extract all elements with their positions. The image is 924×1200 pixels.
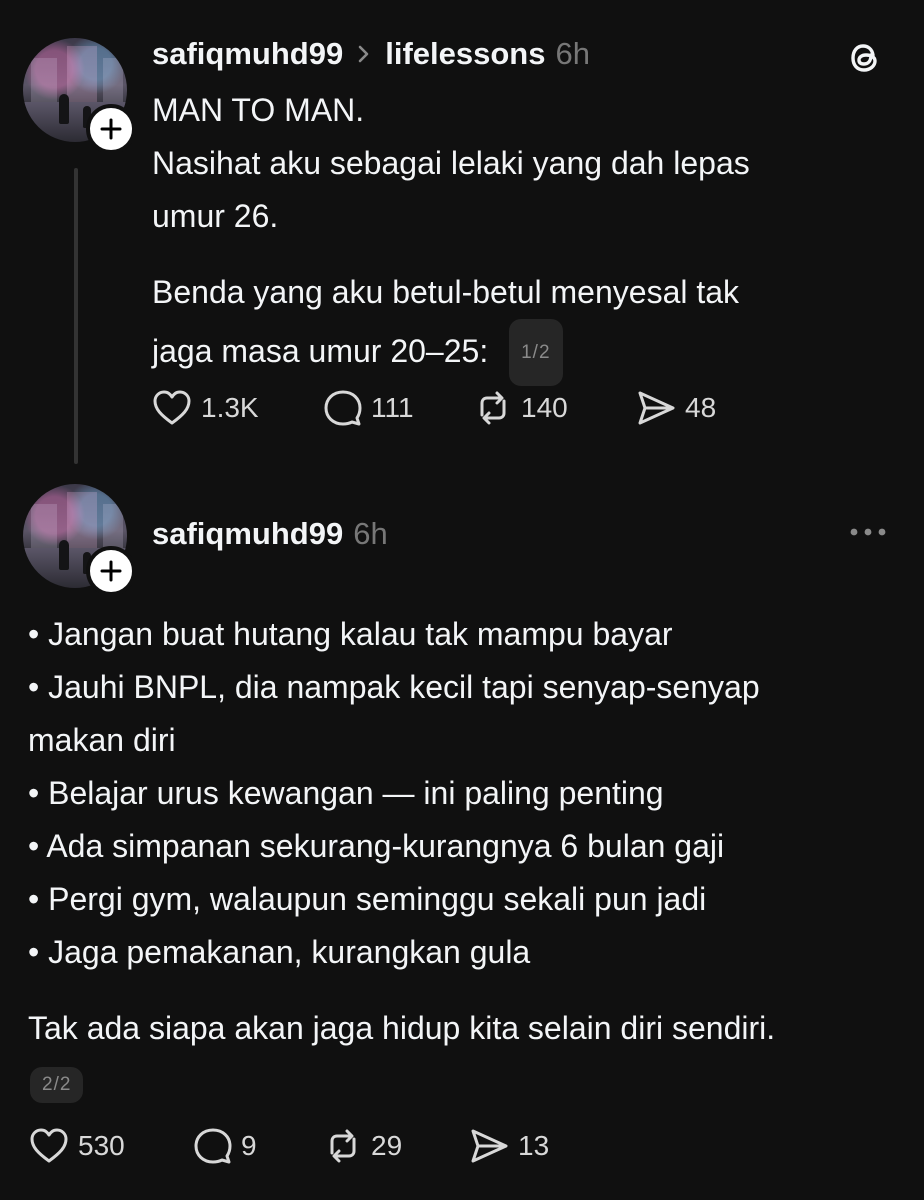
reply-count: 9 [241,1130,257,1161]
heart-icon [153,390,191,425]
threads-logo-icon[interactable] [846,38,884,78]
reply-button[interactable]: 9 [193,1126,323,1166]
post-header: safiqmuhd99 lifelessons 6h [152,36,590,72]
post-body: MAN TO MAN. Nasihat aku sebagai lelaki y… [152,84,892,386]
post-line: Tak ada siapa akan jaga hidup kita selai… [28,1010,776,1046]
plus-icon [100,560,122,582]
send-icon [471,1129,508,1163]
chevron-right-icon [358,45,369,63]
post-line: • Jangan buat hutang kalau tak mampu bay… [28,616,673,652]
thread-connector-line [74,168,78,464]
heart-icon [30,1128,68,1163]
repost-icon [330,1129,356,1163]
follow-button[interactable] [86,546,136,596]
like-button[interactable]: 530 [28,1126,193,1166]
follow-button[interactable] [86,104,136,154]
comment-icon [324,390,362,426]
repost-button[interactable]: 29 [323,1126,468,1166]
more-horizontal-icon [850,528,886,536]
post-line-text: jaga masa umur 20–25: [152,333,489,369]
post-line: umur 26. [152,198,279,234]
post-line: • Jaga pemakanan, kurangkan gula [28,934,531,970]
page-indicator: 2/2 [30,1067,84,1103]
post-time: 6h [353,516,388,551]
post-line: • Jauhi BNPL, dia nampak kecil tapi seny… [28,669,760,705]
reply-count: 111 [371,392,414,423]
like-count: 1.3K [201,392,259,423]
repost-count: 140 [521,392,568,423]
post-time: 6h [555,36,590,71]
share-button[interactable]: 13 [468,1126,578,1166]
like-button[interactable]: 1.3K [151,388,323,428]
repost-button[interactable]: 140 [473,388,635,428]
share-count: 13 [518,1130,550,1161]
post-line: makan diri [28,722,176,758]
topic-tag[interactable]: lifelessons [385,36,545,72]
post-header: safiqmuhd99 6h [152,516,388,552]
more-options-button[interactable] [848,526,888,538]
post-line: MAN TO MAN. [152,92,365,128]
comment-icon [194,1128,232,1164]
username[interactable]: safiqmuhd99 [152,36,343,72]
plus-icon [100,118,122,140]
action-bar: 530 9 29 13 [28,1126,578,1166]
repost-count: 29 [371,1130,403,1161]
post-line: • Belajar urus kewangan — ini paling pen… [28,775,664,811]
post-line: jaga masa umur 20–25: 1/2 [152,319,892,386]
post-line: • Ada simpanan sekurang-kurangnya 6 bula… [28,828,725,864]
send-icon [638,391,675,425]
post-line: Nasihat aku sebagai lelaki yang dah lepa… [152,145,750,181]
action-bar: 1.3K 111 140 48 [151,388,755,428]
repost-icon [480,391,506,425]
reply-button[interactable]: 111 [323,388,473,428]
share-count: 48 [685,392,717,423]
post-body: • Jangan buat hutang kalau tak mampu bay… [28,608,908,1055]
page-indicator: 1/2 [509,319,563,386]
share-button[interactable]: 48 [635,388,755,428]
username[interactable]: safiqmuhd99 [152,516,343,552]
post-line: Benda yang aku betul-betul menyesal tak [152,274,740,310]
post-line: • Pergi gym, walaupun seminggu sekali pu… [28,881,707,917]
like-count: 530 [78,1130,125,1161]
